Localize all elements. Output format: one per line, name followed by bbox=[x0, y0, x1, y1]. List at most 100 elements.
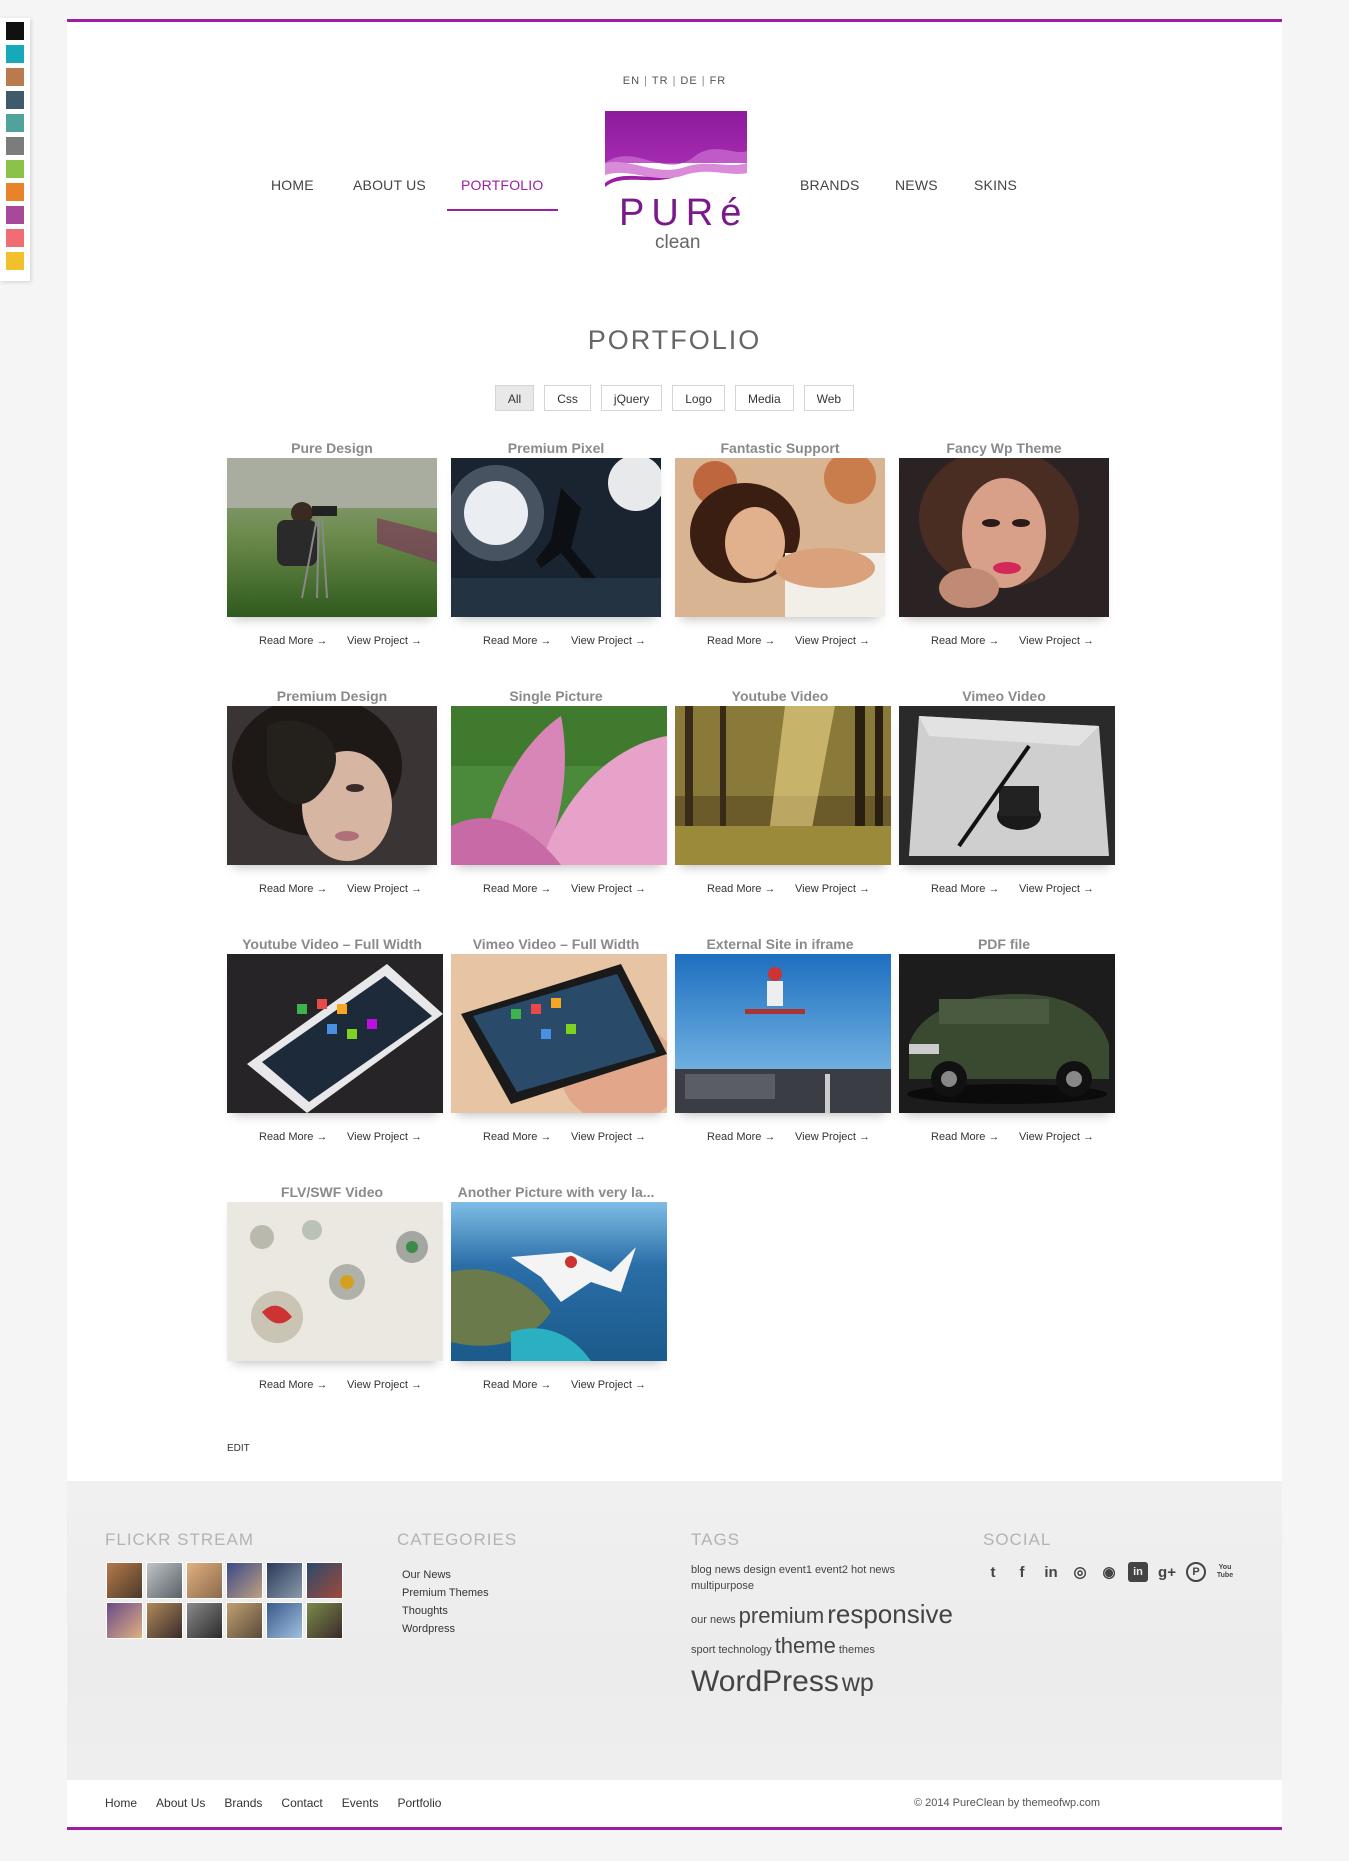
read-more-link[interactable]: Read More → bbox=[931, 1131, 999, 1143]
portfolio-thumbnail[interactable] bbox=[227, 954, 443, 1113]
portfolio-thumbnail[interactable] bbox=[451, 706, 667, 865]
lang-de[interactable]: DE bbox=[680, 75, 697, 87]
nav-news[interactable]: NEWS bbox=[895, 177, 938, 193]
read-more-link[interactable]: Read More → bbox=[707, 635, 775, 647]
portfolio-thumbnail[interactable] bbox=[899, 706, 1115, 865]
category-link[interactable]: Our News bbox=[402, 1566, 489, 1584]
edit-link[interactable]: EDIT bbox=[227, 1443, 250, 1454]
tag-link[interactable]: themes bbox=[839, 1645, 875, 1656]
flickr-photo[interactable] bbox=[146, 1562, 183, 1599]
filter-media[interactable]: Media bbox=[734, 385, 794, 411]
footer-nav-portfolio[interactable]: Portfolio bbox=[397, 1796, 441, 1810]
skin-swatch-black[interactable] bbox=[6, 22, 24, 40]
portfolio-item-title[interactable]: Another Picture with very la... bbox=[451, 1184, 661, 1200]
view-project-link[interactable]: View Project → bbox=[347, 1379, 422, 1391]
view-project-link[interactable]: View Project → bbox=[795, 635, 870, 647]
flickr-photo[interactable] bbox=[186, 1562, 223, 1599]
footer-nav-contact[interactable]: Contact bbox=[281, 1796, 322, 1810]
footer-nav-about-us[interactable]: About Us bbox=[156, 1796, 205, 1810]
flickr-photo[interactable] bbox=[306, 1602, 343, 1639]
portfolio-item-title[interactable]: External Site in iframe bbox=[675, 936, 885, 952]
tag-link[interactable]: blog bbox=[691, 1565, 712, 1576]
nav-brands[interactable]: BRANDS bbox=[800, 177, 860, 193]
tag-link[interactable]: responsive bbox=[827, 1601, 953, 1627]
read-more-link[interactable]: Read More → bbox=[707, 883, 775, 895]
portfolio-thumbnail[interactable] bbox=[451, 1202, 667, 1361]
read-more-link[interactable]: Read More → bbox=[483, 1379, 551, 1391]
portfolio-thumbnail[interactable] bbox=[675, 954, 891, 1113]
portfolio-item-title[interactable]: Premium Pixel bbox=[451, 440, 661, 456]
portfolio-thumbnail[interactable] bbox=[675, 706, 891, 865]
nav-about-us[interactable]: ABOUT US bbox=[353, 177, 426, 193]
filter-jquery[interactable]: jQuery bbox=[600, 385, 663, 411]
nav-home[interactable]: HOME bbox=[271, 177, 314, 193]
tag-link[interactable]: hot news bbox=[851, 1565, 895, 1576]
view-project-link[interactable]: View Project → bbox=[571, 1379, 646, 1391]
category-link[interactable]: Premium Themes bbox=[402, 1584, 489, 1602]
footer-nav-home[interactable]: Home bbox=[105, 1796, 137, 1810]
skin-swatch-yellow[interactable] bbox=[6, 252, 24, 270]
footer-nav-events[interactable]: Events bbox=[342, 1796, 379, 1810]
filter-web[interactable]: Web bbox=[803, 385, 855, 411]
flickr-photo[interactable] bbox=[266, 1602, 303, 1639]
portfolio-item-title[interactable]: FLV/SWF Video bbox=[227, 1184, 437, 1200]
portfolio-item-title[interactable]: Fantastic Support bbox=[675, 440, 885, 456]
category-link[interactable]: Wordpress bbox=[402, 1620, 489, 1638]
tag-link[interactable]: technology bbox=[718, 1645, 771, 1656]
view-project-link[interactable]: View Project → bbox=[571, 883, 646, 895]
portfolio-thumbnail[interactable] bbox=[227, 1202, 443, 1361]
tag-link[interactable]: WordPress bbox=[691, 1667, 839, 1697]
github-icon[interactable]: ◉ bbox=[1099, 1562, 1119, 1582]
skin-swatch-grey[interactable] bbox=[6, 137, 24, 155]
skin-swatch-coral[interactable] bbox=[6, 229, 24, 247]
read-more-link[interactable]: Read More → bbox=[931, 883, 999, 895]
google-plus-icon[interactable]: g+ bbox=[1157, 1562, 1177, 1582]
read-more-link[interactable]: Read More → bbox=[931, 635, 999, 647]
flickr-photo[interactable] bbox=[106, 1602, 143, 1639]
flickr-photo[interactable] bbox=[226, 1562, 263, 1599]
linkedin-box-icon[interactable]: in bbox=[1128, 1562, 1148, 1582]
filter-css[interactable]: Css bbox=[544, 385, 591, 411]
portfolio-thumbnail[interactable] bbox=[227, 458, 437, 617]
portfolio-thumbnail[interactable] bbox=[451, 954, 667, 1113]
portfolio-thumbnail[interactable] bbox=[899, 458, 1109, 617]
view-project-link[interactable]: View Project → bbox=[1019, 635, 1094, 647]
lang-tr[interactable]: TR bbox=[652, 75, 669, 87]
lang-fr[interactable]: FR bbox=[710, 75, 727, 87]
skin-swatch-brown[interactable] bbox=[6, 68, 24, 86]
skin-swatch-slate[interactable] bbox=[6, 91, 24, 109]
nav-portfolio[interactable]: PORTFOLIO bbox=[461, 177, 543, 193]
youtube-icon[interactable]: You Tube bbox=[1215, 1562, 1235, 1582]
tag-link[interactable]: event1 bbox=[779, 1565, 812, 1576]
read-more-link[interactable]: Read More → bbox=[483, 635, 551, 647]
view-project-link[interactable]: View Project → bbox=[571, 635, 646, 647]
view-project-link[interactable]: View Project → bbox=[1019, 1131, 1094, 1143]
flickr-photo[interactable] bbox=[226, 1602, 263, 1639]
tag-link[interactable]: multipurpose bbox=[691, 1581, 754, 1592]
portfolio-thumbnail[interactable] bbox=[227, 706, 437, 865]
tag-link[interactable]: theme bbox=[775, 1635, 836, 1657]
read-more-link[interactable]: Read More → bbox=[259, 635, 327, 647]
view-project-link[interactable]: View Project → bbox=[347, 883, 422, 895]
portfolio-item-title[interactable]: Youtube Video bbox=[675, 688, 885, 704]
skin-swatch-teal[interactable] bbox=[6, 45, 24, 63]
footer-nav-brands[interactable]: Brands bbox=[224, 1796, 262, 1810]
lang-en[interactable]: EN bbox=[623, 75, 640, 87]
tag-link[interactable]: sport bbox=[691, 1645, 715, 1656]
view-project-link[interactable]: View Project → bbox=[795, 1131, 870, 1143]
read-more-link[interactable]: Read More → bbox=[259, 1131, 327, 1143]
tag-link[interactable]: wp bbox=[842, 1671, 874, 1696]
view-project-link[interactable]: View Project → bbox=[1019, 883, 1094, 895]
dribbble-icon[interactable]: ◎ bbox=[1070, 1562, 1090, 1582]
tag-link[interactable]: news bbox=[715, 1565, 741, 1576]
skin-swatch-orange[interactable] bbox=[6, 183, 24, 201]
facebook-icon[interactable]: f bbox=[1012, 1562, 1032, 1582]
tag-link[interactable]: premium bbox=[739, 1605, 825, 1627]
read-more-link[interactable]: Read More → bbox=[259, 1379, 327, 1391]
skin-swatch-green[interactable] bbox=[6, 160, 24, 178]
portfolio-item-title[interactable]: Fancy Wp Theme bbox=[899, 440, 1109, 456]
read-more-link[interactable]: Read More → bbox=[707, 1131, 775, 1143]
tag-link[interactable]: our news bbox=[691, 1615, 736, 1626]
view-project-link[interactable]: View Project → bbox=[347, 1131, 422, 1143]
portfolio-thumbnail[interactable] bbox=[675, 458, 885, 617]
